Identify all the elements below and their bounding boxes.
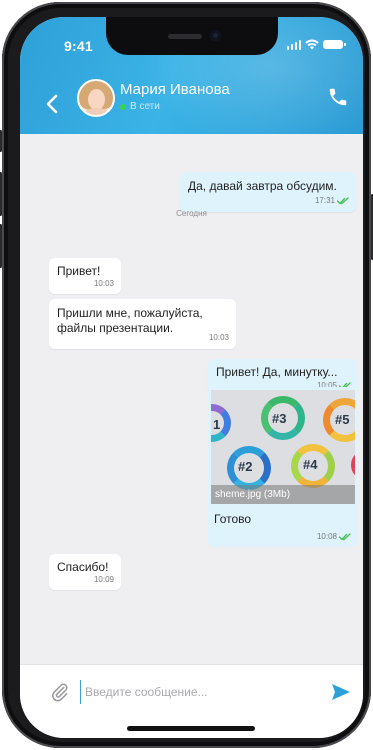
- online-indicator: [120, 103, 126, 110]
- diagram-label: #2: [238, 459, 253, 474]
- phone-icon: [329, 88, 347, 106]
- double-check-icon: [339, 532, 351, 540]
- attach-button[interactable]: [50, 682, 70, 702]
- message-meta: 10:08: [317, 532, 351, 541]
- phone-frame: 9:41 Мария Иванова В сети Да, давай завт…: [0, 2, 373, 748]
- volume-up-button: [0, 172, 2, 216]
- double-check-icon: [337, 196, 349, 204]
- message-bubble-outgoing[interactable]: Да, давай завтра обсудим. 17:31: [180, 172, 356, 212]
- message-input[interactable]: [80, 680, 325, 704]
- image-message[interactable]: 1 #3 #5 #2 #4 sheme.jpg (3Mb) Готово 10:…: [208, 387, 358, 547]
- notch: [106, 17, 278, 55]
- message-composer: [20, 664, 363, 738]
- screen: 9:41 Мария Иванова В сети Да, давай завт…: [20, 17, 363, 738]
- message-bubble-incoming[interactable]: Привет! 10:03: [49, 258, 121, 294]
- message-bubble-incoming[interactable]: Пришли мне, пожалуйста, файлы презентаци…: [49, 299, 236, 349]
- message-time: 10:09: [93, 575, 114, 584]
- date-separator: Сегодня: [176, 209, 207, 218]
- contact-avatar[interactable]: [77, 79, 115, 117]
- send-icon: [332, 684, 350, 700]
- diagram-ring: [351, 450, 355, 480]
- battery-icon: [323, 40, 346, 49]
- signal-icon: [286, 39, 301, 50]
- back-button[interactable]: [42, 92, 62, 116]
- diagram-label: 1: [213, 417, 221, 432]
- message-text: Готово: [214, 512, 252, 526]
- message-time: 10:03: [93, 279, 114, 288]
- message-time: 17:31: [314, 196, 335, 205]
- wifi-icon: [305, 39, 319, 50]
- home-indicator[interactable]: [127, 726, 255, 731]
- paperclip-icon: [52, 683, 68, 702]
- message-time: 10:08: [316, 532, 337, 541]
- message-meta: 17:31: [315, 193, 349, 208]
- file-caption: sheme.jpg (3Mb): [211, 485, 355, 504]
- mute-switch: [0, 130, 2, 152]
- diagram-label: #4: [303, 457, 318, 472]
- message-list[interactable]: Да, давай завтра обсудим. 17:31 Сегодня …: [20, 134, 363, 664]
- message-time: 10:03: [208, 333, 229, 342]
- send-button[interactable]: [329, 680, 353, 704]
- volume-down-button: [0, 224, 2, 268]
- message-text: Да, давай завтра обсудим.: [188, 179, 337, 193]
- message-text: Пришли мне, пожалуйста, файлы презентаци…: [57, 306, 203, 335]
- chevron-left-icon: [46, 94, 58, 114]
- contact-name[interactable]: Мария Иванова: [120, 81, 230, 98]
- diagram-label: #3: [272, 411, 287, 426]
- diagram-label: #5: [335, 412, 350, 427]
- status-icons: [286, 39, 346, 50]
- message-bubble-incoming[interactable]: Спасибо! 10:09: [49, 554, 121, 590]
- contact-status-label: В сети: [130, 101, 160, 112]
- status-time: 9:41: [64, 38, 93, 54]
- call-button[interactable]: [327, 86, 349, 108]
- contact-status: В сети: [120, 101, 160, 112]
